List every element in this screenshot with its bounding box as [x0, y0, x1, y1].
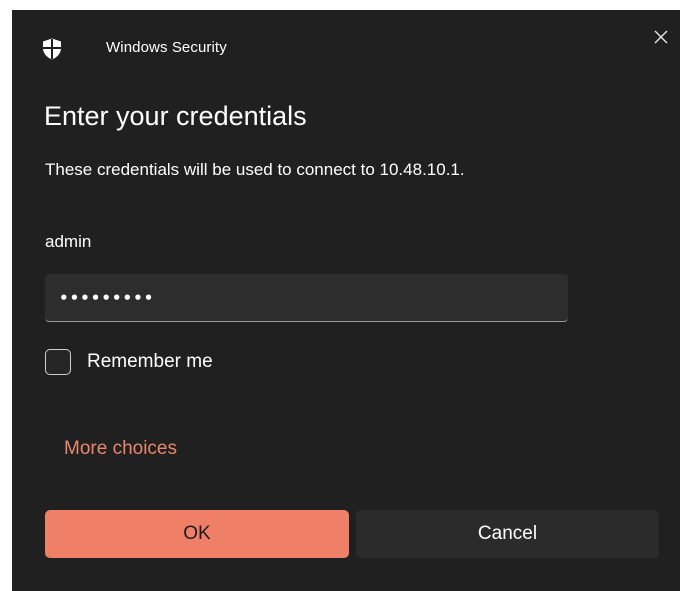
checkbox-box[interactable] — [45, 349, 71, 375]
username-label: admin — [45, 232, 92, 251]
cancel-button[interactable]: Cancel — [356, 510, 659, 558]
dialog-heading: Enter your credentials — [44, 101, 307, 131]
close-button[interactable] — [648, 24, 674, 50]
password-value: ••••••••• — [59, 288, 155, 307]
shield-icon — [43, 38, 61, 60]
title-bar: Windows Security — [12, 10, 680, 86]
password-input[interactable]: ••••••••• — [45, 274, 568, 322]
dialog-description: These credentials will be used to connec… — [45, 160, 465, 179]
ok-button[interactable]: OK — [45, 510, 349, 558]
close-icon — [654, 30, 668, 44]
more-choices-link[interactable]: More choices — [64, 438, 177, 460]
remember-me-checkbox[interactable]: Remember me — [45, 349, 213, 375]
remember-me-label: Remember me — [87, 351, 213, 372]
credentials-dialog: Windows Security Enter your credentials … — [12, 10, 680, 591]
app-title: Windows Security — [106, 39, 227, 56]
